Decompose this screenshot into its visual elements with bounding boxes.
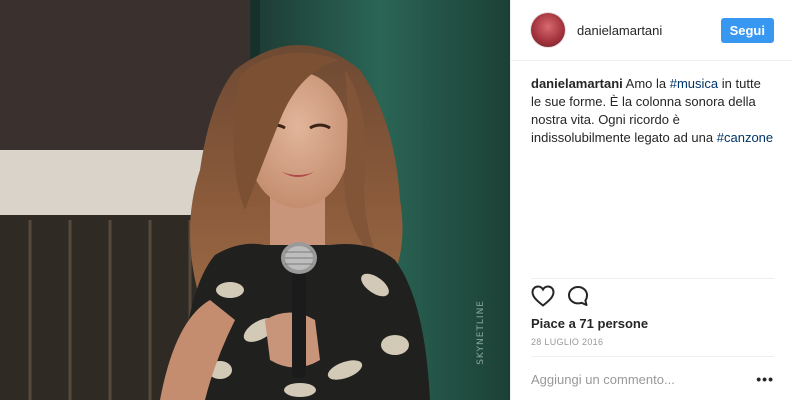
photo-illustration (0, 0, 510, 400)
header-username[interactable]: danielamartani (577, 23, 721, 38)
instagram-post: SKYNETLINE danielamartani Segui danielam… (0, 0, 792, 400)
caption-username[interactable]: danielamartani (531, 76, 623, 91)
post-actions (531, 285, 589, 312)
caption-text-1: Amo la (622, 76, 670, 91)
post-side-panel: danielamartani Segui danielamartani Amo … (510, 0, 792, 400)
heart-outline-icon[interactable] (531, 285, 555, 312)
comment-row: ••• (531, 356, 774, 401)
follow-button[interactable]: Segui (720, 17, 774, 43)
actions-divider (531, 278, 774, 279)
hashtag-canzone[interactable]: #canzone (717, 130, 773, 145)
more-options-icon[interactable]: ••• (756, 371, 774, 387)
photo-watermark: SKYNETLINE (476, 300, 486, 365)
hashtag-musica[interactable]: #musica (670, 76, 718, 91)
post-photo[interactable]: SKYNETLINE (0, 0, 510, 400)
post-header: danielamartani Segui (511, 0, 792, 61)
post-date: 28 LUGLIO 2016 (531, 337, 604, 347)
speech-bubble-icon[interactable] (567, 285, 589, 312)
likes-count[interactable]: Piace a 71 persone (531, 316, 648, 331)
post-caption: danielamartani Amo la #musica in tutte l… (511, 61, 792, 147)
comment-input[interactable] (531, 371, 731, 387)
avatar[interactable] (531, 13, 565, 47)
